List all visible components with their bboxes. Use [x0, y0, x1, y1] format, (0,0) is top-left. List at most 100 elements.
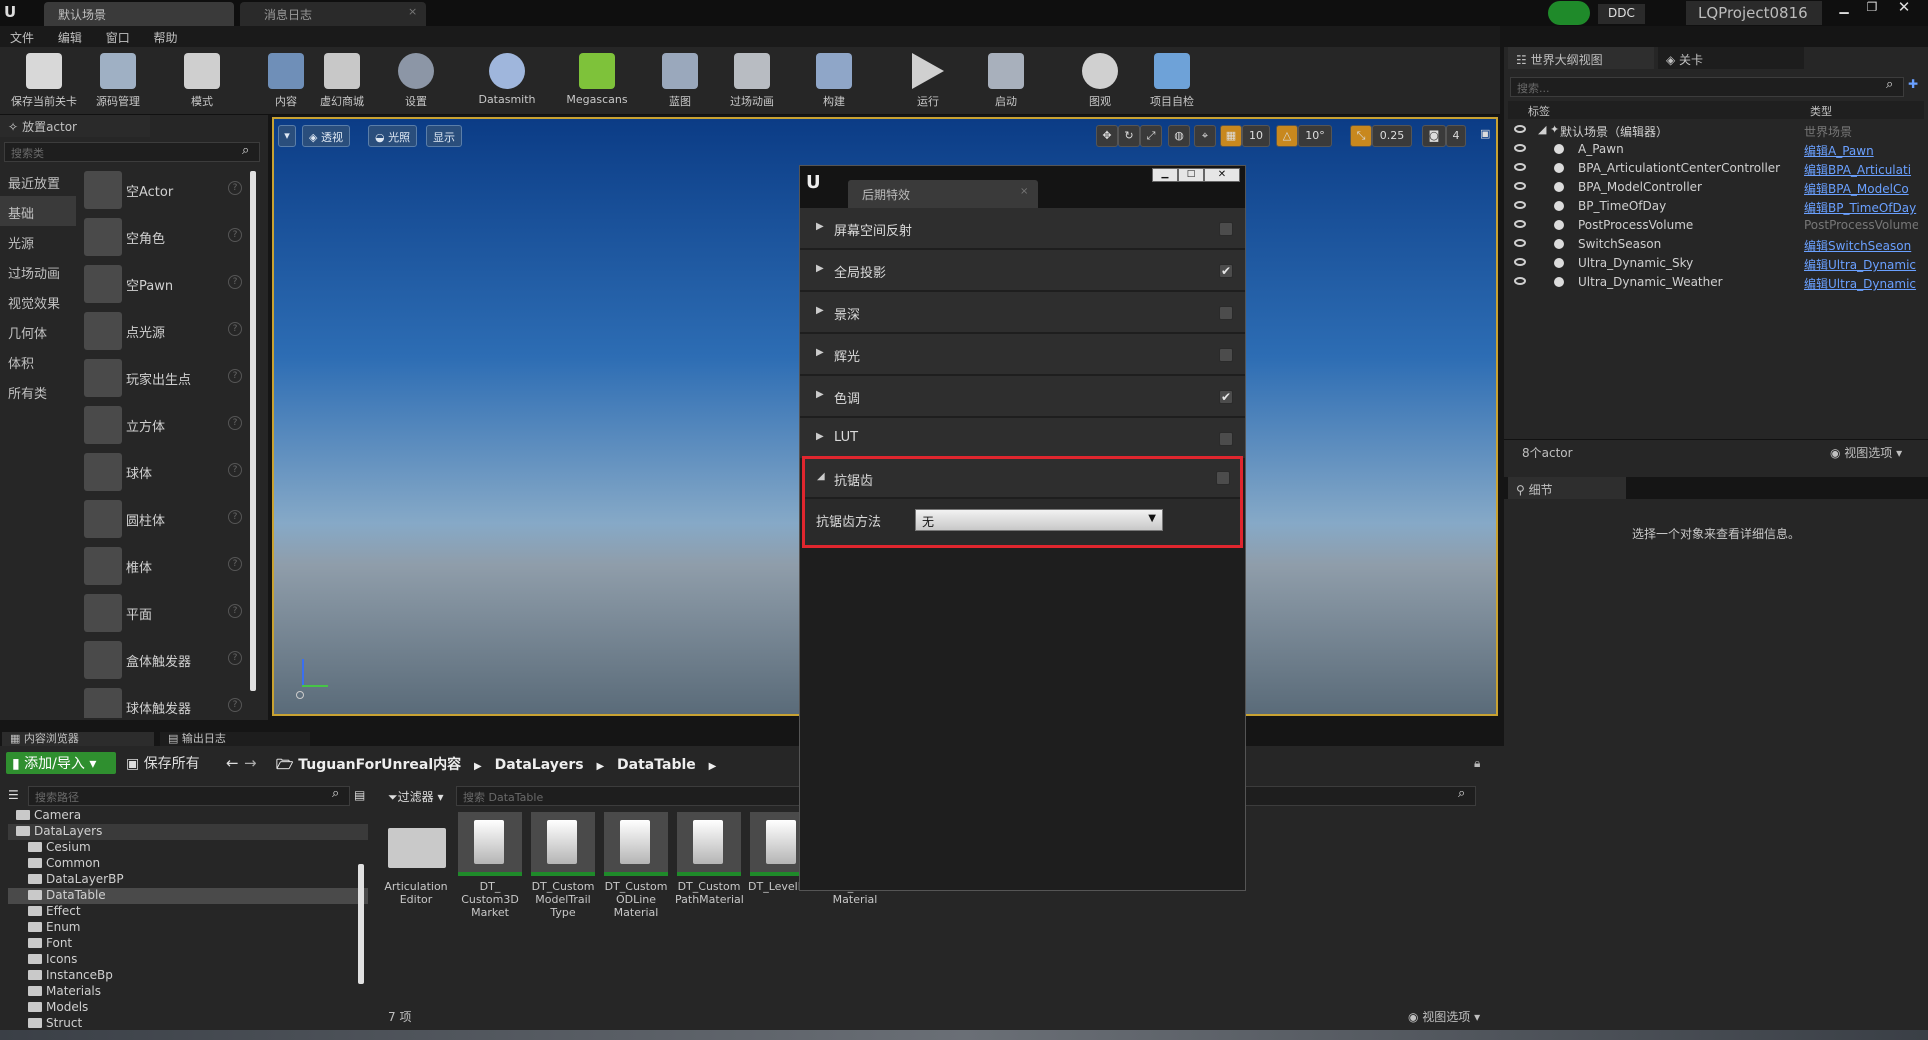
tab-world-outliner[interactable]: ☷ 世界大纲视图 [1508, 47, 1654, 69]
camera-speed-icon[interactable]: ◙ [1422, 125, 1446, 147]
folder-icons[interactable]: Icons [8, 952, 368, 968]
actor-type-link[interactable]: 编辑BPA_Articulati [1804, 161, 1918, 178]
category-volumes[interactable]: 体积 [0, 346, 76, 376]
menu-help[interactable]: 帮助 [144, 26, 188, 46]
close-window-button[interactable]: ✕ [1886, 0, 1922, 18]
filter-button[interactable]: ⏷过滤器 ▾ [386, 786, 450, 806]
tuguan-button[interactable]: 图观 [1070, 51, 1130, 113]
eye-icon[interactable] [1514, 220, 1526, 228]
help-icon[interactable]: ? [228, 463, 242, 477]
category-visual-effects[interactable]: 视觉效果 [0, 286, 76, 316]
rotation-snap-icon[interactable]: △ [1276, 125, 1298, 147]
sources-toggle-icon[interactable]: ☰ [8, 788, 19, 802]
blueprints-button[interactable]: 蓝图 [650, 51, 710, 113]
tree-scrollbar[interactable] [358, 864, 364, 984]
help-icon[interactable]: ? [228, 557, 242, 571]
forward-arrow-icon[interactable]: → [244, 754, 257, 772]
folder-datalayers[interactable]: DataLayers [8, 824, 368, 840]
help-icon[interactable]: ? [228, 510, 242, 524]
dialog-minimize-button[interactable]: ▁ [1152, 168, 1178, 182]
help-icon[interactable]: ? [228, 275, 242, 289]
asset-dt-custom3d-market[interactable]: DT_ Custom3D Market [456, 812, 524, 942]
show-button[interactable]: 显示 [426, 125, 462, 147]
maximize-button[interactable]: ❐ [1858, 0, 1886, 18]
path-search-input[interactable]: 搜索路径 [28, 786, 350, 806]
launch-button[interactable]: 启动 [976, 51, 1036, 113]
place-item-empty-character[interactable]: 空角色? [80, 214, 246, 261]
grid-snap-value[interactable]: 10 [1242, 125, 1270, 147]
megascans-button[interactable]: Megascans [560, 51, 634, 113]
folder-enum[interactable]: Enum [8, 920, 368, 936]
actor-type-link[interactable]: 编辑BPA_ModelCo [1804, 180, 1918, 197]
tab-output-log[interactable]: ▤ 输出日志 [160, 732, 310, 746]
help-icon[interactable]: ? [228, 604, 242, 618]
grid-snap-icon[interactable]: ▦ [1220, 125, 1242, 147]
category-recent[interactable]: 最近放置 [0, 166, 76, 196]
global-shadow-checkbox[interactable]: ✔ [1219, 264, 1233, 278]
place-actors-tab[interactable]: ✧ 放置actor [0, 115, 150, 137]
section-bloom[interactable]: ▶ 辉光 [800, 334, 1245, 376]
asset-dt-custom-odline-material[interactable]: DT_Custom ODLine Material [602, 812, 670, 942]
list-view-icon[interactable]: ▤ [354, 788, 365, 802]
viewport-options-button[interactable]: ▾ [278, 125, 296, 147]
actor-type-link[interactable]: 编辑Ultra_Dynamic [1804, 275, 1918, 292]
help-icon[interactable]: ? [228, 228, 242, 242]
section-lut[interactable]: ▶ LUT [800, 418, 1245, 460]
actor-type-link[interactable]: 编辑SwitchSeason [1804, 237, 1918, 254]
section-global-shadow[interactable]: ▶ 全局投影 ✔ [800, 250, 1245, 292]
eye-icon[interactable] [1514, 182, 1526, 190]
folder-instancebp[interactable]: InstanceBp [8, 968, 368, 984]
eye-icon[interactable] [1514, 144, 1526, 152]
scale-icon[interactable]: ⤢ [1140, 125, 1162, 147]
rotation-snap-value[interactable]: 10° [1298, 125, 1332, 147]
actor-type-link[interactable]: 编辑BP_TimeOfDay [1804, 199, 1918, 216]
eye-icon[interactable] [1514, 163, 1526, 171]
bloom-checkbox[interactable] [1219, 348, 1233, 362]
folder-cesium[interactable]: Cesium [8, 840, 368, 856]
save-all-button[interactable]: ▣ 保存所有 [124, 752, 214, 774]
place-item-cylinder[interactable]: 圆柱体? [80, 496, 246, 543]
place-item-plane[interactable]: 平面? [80, 590, 246, 637]
asset-view-options-button[interactable]: ◉ 视图选项 ▾ [1408, 1008, 1480, 1025]
asset-dt-custom-modeltrail-type[interactable]: DT_Custom ModelTrail Type [529, 812, 597, 942]
section-tone[interactable]: ▶ 色调 ✔ [800, 376, 1245, 418]
close-icon[interactable]: × [408, 5, 417, 18]
scale-snap-icon[interactable]: ⤡ [1350, 125, 1372, 147]
translate-icon[interactable]: ✥ [1096, 125, 1118, 147]
place-scrollbar[interactable] [250, 171, 256, 691]
eye-icon[interactable] [1514, 125, 1526, 133]
section-ssr[interactable]: ▶ 屏幕空间反射 [800, 208, 1245, 250]
outliner-row[interactable]: Ultra_Dynamic_Weather 编辑Ultra_Dynamic [1504, 273, 1928, 292]
folder-camera[interactable]: Camera [8, 808, 368, 824]
place-item-sphere[interactable]: 球体? [80, 449, 246, 496]
modes-button[interactable]: 模式 [170, 51, 234, 113]
menu-edit[interactable]: 编辑 [48, 26, 92, 46]
lut-checkbox[interactable] [1219, 432, 1233, 446]
folder-effect[interactable]: Effect [8, 904, 368, 920]
source-control-icon[interactable] [1548, 1, 1590, 25]
outliner-search-input[interactable]: 搜索... [1510, 77, 1904, 97]
place-item-empty-actor[interactable]: 空Actor? [80, 167, 246, 214]
world-space-icon[interactable]: ◍ [1168, 125, 1190, 147]
tab-levels[interactable]: ◈ 关卡 [1658, 47, 1804, 69]
place-item-sphere-trigger[interactable]: 球体触发器? [80, 684, 246, 718]
eye-icon[interactable] [1514, 201, 1526, 209]
source-control-button[interactable]: 源码管理 [86, 51, 150, 113]
help-icon[interactable]: ? [228, 698, 242, 712]
help-icon[interactable]: ? [228, 369, 242, 383]
cinematics-button[interactable]: 过场动画 [716, 51, 788, 113]
outliner-row[interactable]: A_Pawn 编辑A_Pawn [1504, 140, 1928, 159]
category-lights[interactable]: 光源 [0, 226, 76, 256]
lit-button[interactable]: ◒ 光照 [368, 125, 418, 147]
tab-details[interactable]: ⚲ 细节 [1508, 477, 1626, 499]
outliner-row[interactable]: BP_TimeOfDay 编辑BP_TimeOfDay [1504, 197, 1928, 216]
marketplace-button[interactable]: 虚幻商城 [312, 51, 372, 113]
outliner-row-root[interactable]: ◢ ✦ 默认场景（编辑器） 世界场景 [1504, 121, 1928, 140]
tab-level[interactable]: 默认场景 [44, 2, 234, 26]
help-icon[interactable]: ? [228, 651, 242, 665]
tab-content-browser[interactable]: ▦ 内容浏览器 [2, 732, 154, 746]
column-type[interactable]: 类型 [1810, 103, 1832, 119]
perspective-button[interactable]: ◈ 透视 [302, 125, 350, 147]
place-item-cube[interactable]: 立方体? [80, 402, 246, 449]
category-basic[interactable]: 基础 [0, 196, 76, 226]
